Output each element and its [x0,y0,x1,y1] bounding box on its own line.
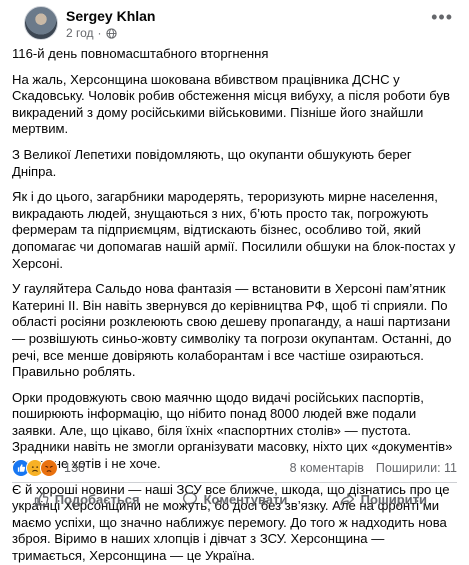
share-arrow-icon [339,493,354,506]
reactions-count: 136 [64,461,85,475]
facebook-post: Sergey Khlan 2 год · ••• 116-й день повн… [0,0,469,563]
post-paragraph: Як і до цього, загарбники мародерять, те… [12,189,456,271]
like-label: Подобається [54,491,140,507]
post-paragraph: У гауляйтера Сальдо нова фантазія — вста… [12,281,452,380]
more-options-icon[interactable]: ••• [431,8,453,26]
post-header: Sergey Khlan 2 год · ••• [12,0,457,46]
speech-bubble-icon [182,492,197,506]
comment-button[interactable]: Коментувати [160,484,308,514]
post-paragraph: З Великої Лепетихи повідомляють, що окуп… [12,146,412,179]
comment-label: Коментувати [203,491,288,507]
globe-icon [105,27,117,39]
post-actions: Подобається Коментувати Поширити [12,484,457,514]
author-avatar[interactable] [24,6,58,40]
engagement-links: 8 коментарів Поширили: 11 [290,461,457,475]
comments-count-link[interactable]: 8 коментарів [290,461,364,475]
reactions-summary[interactable]: 136 [12,459,85,477]
divider [12,482,457,483]
thumbs-up-icon [34,492,49,506]
author-name[interactable]: Sergey Khlan [66,8,155,24]
post-paragraph: На жаль, Херсонщина шокована вбивством п… [12,71,450,137]
post-stats: 136 8 коментарів Поширили: 11 [12,458,457,478]
post-time[interactable]: 2 год [66,26,94,40]
share-label: Поширити [360,491,428,507]
share-button[interactable]: Поширити [309,484,457,514]
like-button[interactable]: Подобається [12,484,160,514]
angry-icon [40,459,58,477]
shares-count-link[interactable]: Поширили: 11 [376,461,457,475]
post-title: 116-й день повномасштабного вторгнення [12,46,269,61]
post-meta: 2 год · [66,26,117,40]
